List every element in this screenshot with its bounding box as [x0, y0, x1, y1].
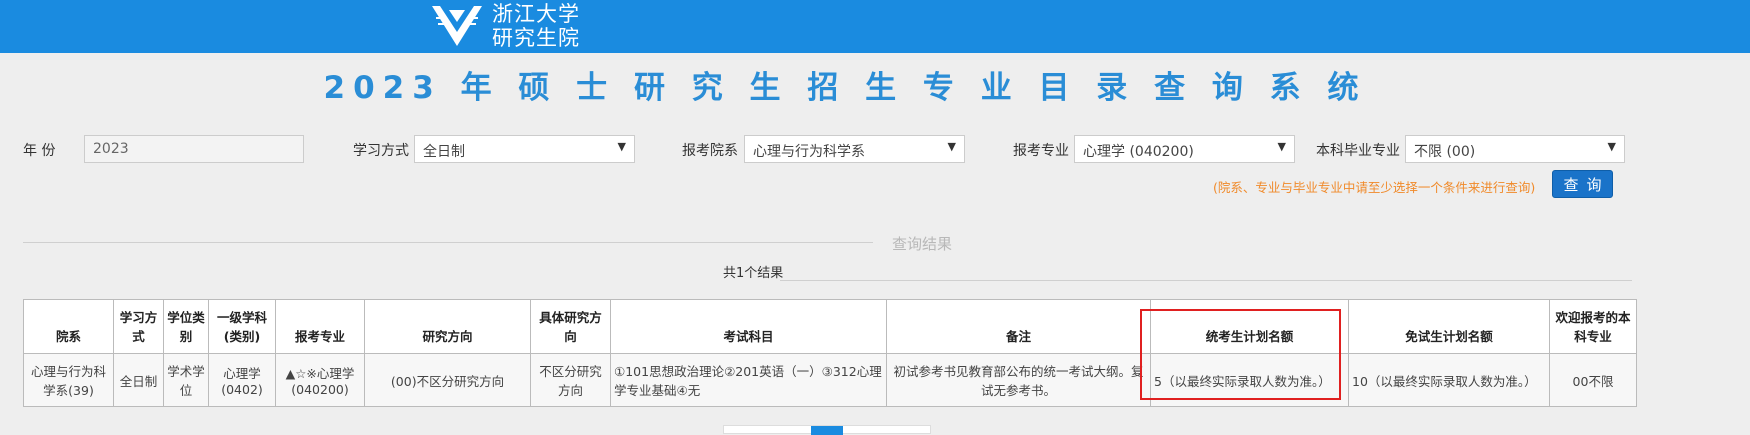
university-logo[interactable]: 浙江大学 研究生院 — [430, 2, 580, 50]
undergrad-select[interactable]: 不限 (00) ▼ — [1405, 135, 1625, 163]
col-header-discipline: 一级学科(类别) — [208, 299, 276, 354]
highlight-box — [1140, 309, 1341, 400]
year-value: 2023 — [93, 141, 129, 157]
cell-major: ▲☆※心理学(040200) — [275, 353, 365, 407]
table-row: 心理与行为科学系(39) 全日制 学术学位 心理学(0402) ▲☆※心理学(0… — [23, 353, 1637, 407]
divider — [23, 242, 873, 243]
chevron-down-icon: ▼ — [1277, 140, 1286, 153]
col-header-major: 报考专业 — [275, 299, 365, 354]
table-header-row: 院系 学习方式 学位类别 一级学科(类别) 报考专业 研究方向 具体研究方向 考… — [23, 299, 1637, 354]
cell-exam-subjects: ①101思想政治理论②201英语（一）③312心理学专业基础④无 — [610, 353, 887, 407]
major-select[interactable]: 心理学 (040200) ▼ — [1074, 135, 1295, 163]
study-mode-label: 学习方式 — [353, 143, 409, 159]
col-header-specific-direction: 具体研究方向 — [530, 299, 611, 354]
chevron-down-icon: ▼ — [947, 140, 956, 153]
col-header-study-mode: 学习方式 — [113, 299, 164, 354]
col-header-exam-subjects: 考试科目 — [610, 299, 887, 354]
logo-line1: 浙江大学 — [492, 2, 580, 26]
dept-label: 报考院系 — [682, 143, 738, 159]
study-mode-value: 全日制 — [423, 144, 465, 160]
study-mode-select[interactable]: 全日制 ▼ — [414, 135, 635, 163]
dept-value: 心理与行为科学系 — [753, 144, 865, 160]
cell-discipline: 心理学(0402) — [208, 353, 276, 407]
cell-remarks: 初试参考书见教育部公布的统一考试大纲。复试无参考书。 — [886, 353, 1151, 407]
col-header-research-direction: 研究方向 — [364, 299, 531, 354]
col-header-dept: 院系 — [23, 299, 114, 354]
results-table: 院系 学习方式 学位类别 一级学科(类别) 报考专业 研究方向 具体研究方向 考… — [23, 299, 1637, 407]
top-header-bar: 浙江大学 研究生院 — [0, 0, 1750, 53]
cell-dept: 心理与行为科学系(39) — [23, 353, 114, 407]
cell-exempt-quota: 10（以最终实际录取人数为准。） — [1348, 353, 1550, 407]
col-header-exempt-quota: 免试生计划名额 — [1348, 299, 1550, 354]
cell-welcome-majors: 00不限 — [1549, 353, 1637, 407]
major-value: 心理学 (040200) — [1083, 144, 1194, 160]
divider — [780, 280, 1632, 281]
cell-research-direction: (00)不区分研究方向 — [364, 353, 531, 407]
query-hint: (院系、专业与毕业专业中请至少选择一个条件来进行查询) — [1213, 180, 1536, 195]
year-label: 年 份 — [23, 143, 56, 159]
logo-line2: 研究生院 — [492, 26, 580, 50]
col-header-degree-type: 学位类别 — [163, 299, 209, 354]
chevron-down-icon: ▼ — [617, 140, 626, 153]
undergrad-value: 不限 (00) — [1414, 144, 1476, 160]
cell-study-mode: 全日制 — [113, 353, 164, 407]
page-title: 2023 年 硕 士 研 究 生 招 生 专 业 目 录 查 询 系 统 — [323, 70, 1367, 106]
zju-emblem-icon — [432, 6, 482, 46]
chevron-down-icon: ▼ — [1607, 140, 1616, 153]
result-title: 查询结果 — [892, 235, 953, 253]
cell-degree-type: 学术学位 — [163, 353, 209, 407]
col-header-welcome-majors: 欢迎报考的本科专业 — [1549, 299, 1637, 354]
major-label: 报考专业 — [1013, 143, 1069, 159]
undergrad-label: 本科毕业专业 — [1316, 143, 1400, 159]
cell-specific-direction: 不区分研究方向 — [530, 353, 611, 407]
result-count: 共1个结果 — [723, 266, 784, 281]
query-button[interactable]: 查询 — [1552, 170, 1613, 198]
year-field[interactable]: 2023 — [84, 135, 304, 163]
pagination[interactable] — [723, 425, 931, 435]
col-header-remarks: 备注 — [886, 299, 1151, 354]
dept-select[interactable]: 心理与行为科学系 ▼ — [744, 135, 965, 163]
